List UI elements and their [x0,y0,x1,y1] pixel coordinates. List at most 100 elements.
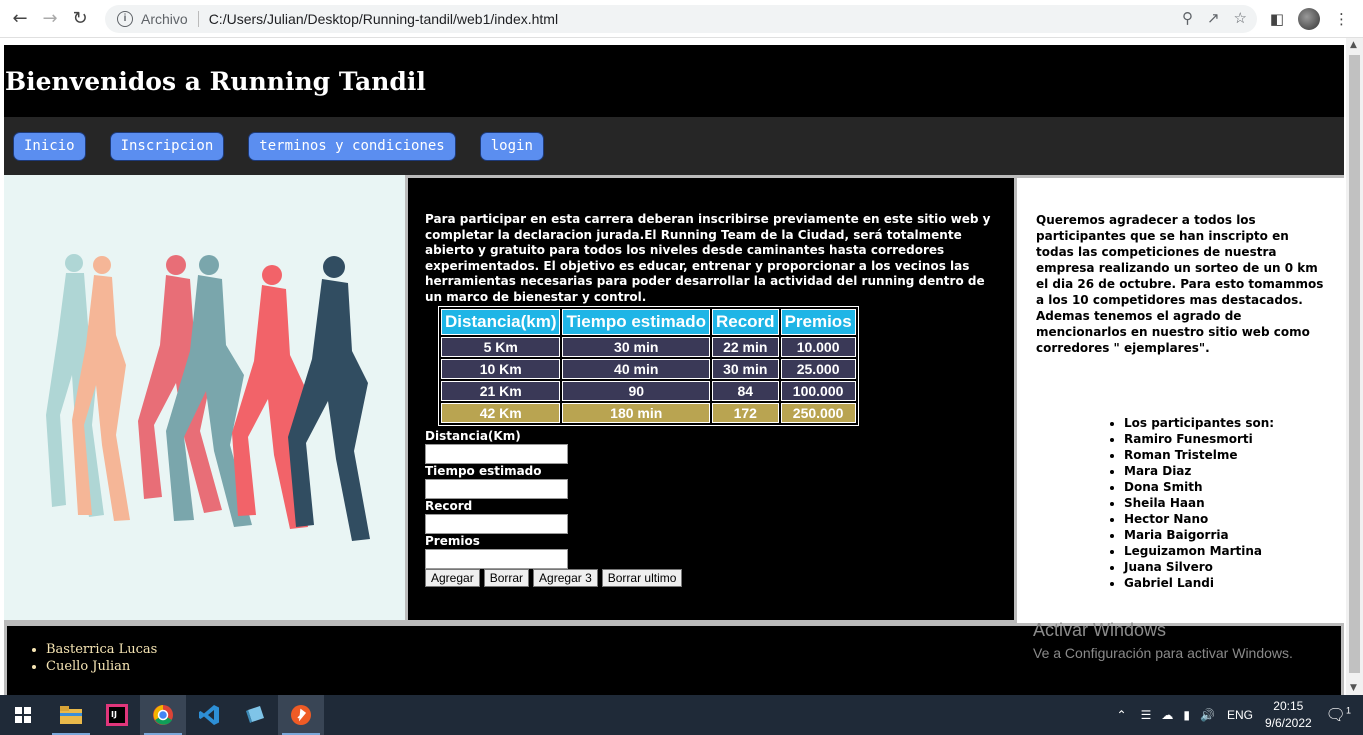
sidebar-right: Queremos agradecer a todos los participa… [1017,175,1344,623]
agregar-button[interactable]: Agregar [425,569,480,587]
chrome-icon[interactable] [140,695,186,735]
nav-inicio-button[interactable]: Inicio [13,131,86,161]
scroll-down-icon[interactable]: ▼ [1350,683,1357,693]
address-separator [197,11,199,27]
windows-taskbar: IJ ⌃ ☰ ☁ ▮ 🔊 ENG 20:15 9/6/2022 🗨1 [0,695,1363,735]
reload-icon[interactable]: ↻ [68,7,92,31]
info-icon[interactable]: i [117,11,133,27]
vscode-icon[interactable] [186,695,232,735]
list-item: Mara Diaz [1124,463,1274,479]
menu-dots-icon[interactable]: ⋮ [1334,10,1349,28]
scrollbar-thumb[interactable] [1349,55,1360,673]
nav-login-button[interactable]: login [479,131,544,161]
windows-activation-watermark: Activar Windows Ve a Configuración para … [1033,620,1293,661]
agregar-3-button[interactable]: Agregar 3 [533,569,598,587]
table-header-row: Distancia(km) Tiempo estimado Record Pre… [441,309,856,335]
system-tray: ⌃ ☰ ☁ ▮ 🔊 ENG 20:15 9/6/2022 🗨1 [1117,695,1363,735]
table-cell: 5 Km [441,337,561,357]
distancia-input[interactable] [425,444,568,464]
site-header: Bienvenidos a Running Tandil [4,45,1344,117]
table-cell: 84 [711,381,779,401]
svg-text:IJ: IJ [111,710,117,719]
list-item: Sheila Haan [1124,495,1274,511]
table-cell: 10.000 [780,337,856,357]
info-panel: Para participar en esta carrera deberan … [405,175,1017,623]
list-item: Gabriel Landi [1124,575,1274,591]
table-header: Premios [780,309,856,335]
table-cell: 30 min [711,359,779,379]
back-arrow-icon[interactable]: ← [8,7,32,31]
form-buttons: Agregar Borrar Agregar 3 Borrar ultimo [425,569,683,587]
table-cell: 22 min [711,337,779,357]
table-header: Record [711,309,779,335]
table-cell: 40 min [562,359,710,379]
distancia-label: Distancia(Km) [425,429,521,443]
participants-list: Los participantes son: Ramiro Funesmorti… [1124,415,1274,591]
notification-count: 1 [1345,705,1351,716]
share-icon[interactable]: ↗ [1207,9,1220,27]
chevron-up-icon[interactable]: ⌃ [1117,708,1127,722]
table-cell: 180 min [562,403,710,423]
page-scrollbar[interactable]: ▲ ▼ [1346,38,1363,695]
tiempo-label: Tiempo estimado [425,464,542,478]
clock-time: 20:15 [1273,699,1304,713]
list-item: Roman Tristelme [1124,447,1274,463]
table-row: 5 Km 30 min 22 min 10.000 [441,337,856,357]
table-row-highlighted: 42 Km 180 min 172 250.000 [441,403,856,423]
runners-illustration [46,254,370,541]
premios-label: Premios [425,534,480,548]
nav-inscripcion-button[interactable]: Inscripcion [109,131,225,161]
clock-date: 9/6/2022 [1264,716,1312,730]
wifi-icon[interactable]: ☰ [1141,708,1152,722]
browser-toolbar: ← → ↻ i Archivo C:/Users/Julian/Desktop/… [0,0,1363,38]
notepad-icon[interactable] [232,695,278,735]
language-indicator[interactable]: ENG [1227,708,1253,722]
tiempo-input[interactable] [425,479,568,499]
list-item: Maria Baigorria [1124,527,1274,543]
list-item: Los participantes son: [1124,415,1274,431]
premios-input[interactable] [425,549,568,569]
page: Bienvenidos a Running Tandil Inicio Insc… [4,45,1344,695]
table-row: 10 Km 40 min 30 min 25.000 [441,359,856,379]
postman-icon[interactable] [278,695,324,735]
site-title: Bienvenidos a Running Tandil [5,66,426,96]
side-panel-icon[interactable]: ◧ [1270,10,1284,28]
page-viewport: Bienvenidos a Running Tandil Inicio Insc… [0,38,1363,695]
table-cell: 172 [711,403,779,423]
start-icon[interactable] [0,695,46,735]
battery-icon[interactable]: ▮ [1183,708,1190,722]
table-cell: 10 Km [441,359,561,379]
nav-terminos-button[interactable]: terminos y condiciones [248,131,456,161]
record-input[interactable] [425,514,568,534]
bookmark-star-icon[interactable]: ☆ [1234,9,1247,27]
table-cell: 250.000 [780,403,856,423]
clock[interactable]: 20:15 9/6/2022 [1265,698,1312,732]
table-cell: 90 [562,381,710,401]
table-cell: 100.000 [780,381,856,401]
volume-icon[interactable]: 🔊 [1200,708,1215,722]
zoom-icon[interactable]: ⚲ [1182,9,1193,27]
main-content: Para participar en esta carrera deberan … [4,175,1344,623]
file-explorer-icon[interactable] [48,695,94,735]
list-item: Hector Nano [1124,511,1274,527]
watermark-subtitle: Ve a Configuración para activar Windows. [1033,645,1293,661]
profile-avatar[interactable] [1298,8,1320,30]
table-cell: 21 Km [441,381,561,401]
intellij-icon[interactable]: IJ [94,695,140,735]
scroll-up-icon[interactable]: ▲ [1350,40,1357,50]
list-item: Dona Smith [1124,479,1274,495]
forward-arrow-icon[interactable]: → [38,7,62,31]
cloud-icon[interactable]: ☁ [1161,708,1173,722]
notifications-icon[interactable]: 🗨1 [1326,705,1351,725]
record-label: Record [425,499,473,513]
protocol-label: Archivo [141,11,188,27]
url-text[interactable]: C:/Users/Julian/Desktop/Running-tandil/w… [209,11,558,27]
address-bar[interactable]: i Archivo C:/Users/Julian/Desktop/Runnin… [105,5,1257,33]
list-item: Juana Silvero [1124,559,1274,575]
list-item: Ramiro Funesmorti [1124,431,1274,447]
table-cell: 25.000 [780,359,856,379]
table-row: 21 Km 90 84 100.000 [441,381,856,401]
borrar-button[interactable]: Borrar [483,569,530,587]
add-entry-form: Distancia(Km) Tiempo estimado Record Pre… [425,429,683,587]
borrar-ultimo-button[interactable]: Borrar ultimo [601,569,683,587]
